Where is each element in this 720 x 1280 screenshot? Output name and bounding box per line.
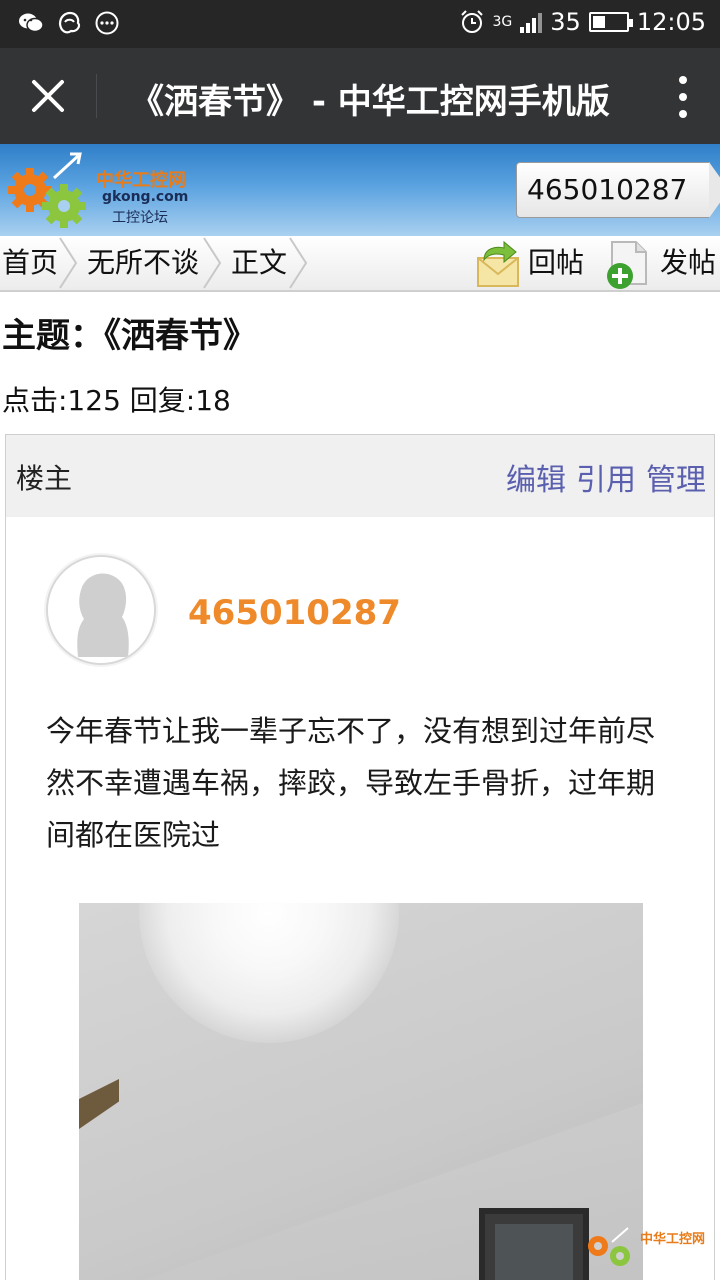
image-watermark: 中华工控网 gkong.com (582, 1224, 712, 1272)
author-name[interactable]: 465010287 (188, 593, 401, 633)
breadcrumb: 首页 无所不谈 正文 回帖 发帖 (0, 236, 720, 292)
gear-logo-icon (8, 152, 86, 228)
post-card: 楼主 编辑 引用 管理 465010287 今年春节让我一辈子忘不了，没有想到过… (5, 434, 715, 1280)
network-type: 3G (492, 14, 513, 30)
breadcrumb-current[interactable]: 正文 (231, 236, 287, 290)
tv-set (479, 1208, 589, 1280)
battery-level: 35 (550, 8, 581, 36)
quote-link[interactable]: 引用 (576, 455, 636, 499)
post-actions: 编辑 引用 管理 (506, 455, 706, 499)
post-header: 楼主 编辑 引用 管理 (6, 435, 714, 517)
chevron-right-icon (203, 237, 222, 289)
new-post-button[interactable]: 发帖 (660, 236, 716, 290)
site-header: 中华工控网 gkong.com 工控论坛 465010287 (0, 144, 720, 236)
user-account-button[interactable]: 465010287 (516, 162, 720, 218)
avatar[interactable] (46, 555, 156, 665)
title-divider (96, 74, 97, 118)
more-vertical-icon[interactable] (676, 76, 690, 118)
topic-stats: 点击:125 回复:18 (2, 384, 231, 417)
webview-title-bar: 《洒春节》 - 中华工控网手机版 (0, 48, 720, 144)
close-icon[interactable] (24, 72, 72, 120)
clock: 12:05 (636, 8, 706, 36)
post-body: 今年春节让我一辈子忘不了，没有想到过年前尽然不幸遭遇车祸，摔跤，导致左手骨折，过… (46, 714, 656, 852)
topic-title: 主题：《洒春节》 (2, 316, 257, 356)
alarm-icon (460, 10, 483, 33)
qq-icon (58, 11, 81, 34)
battery-icon (588, 12, 633, 32)
reply-mail-icon[interactable] (474, 240, 522, 290)
floor-label: 楼主 (16, 462, 73, 495)
new-post-icon[interactable] (604, 240, 652, 290)
page-title: 《洒春节》 - 中华工控网手机版 (130, 82, 610, 122)
watermark-en: gkong.com (646, 1244, 707, 1257)
chevron-right-icon (289, 237, 308, 289)
breadcrumb-forum[interactable]: 无所不谈 (87, 236, 199, 290)
more-circle-icon (95, 11, 119, 35)
wechat-icon (19, 13, 44, 33)
breadcrumb-home[interactable]: 首页 (2, 236, 58, 290)
logo-sub-text: 工控论坛 (112, 210, 168, 226)
status-bar: 3G 35 12:05 (0, 0, 720, 48)
ceiling-beam (79, 1079, 119, 1129)
reply-button[interactable]: 回帖 (528, 236, 584, 290)
ceiling-light (139, 903, 399, 1043)
signal-icon (520, 11, 543, 33)
default-avatar-icon (48, 557, 154, 663)
edit-link[interactable]: 编辑 (506, 455, 566, 499)
post-image[interactable] (79, 903, 643, 1280)
manage-link[interactable]: 管理 (646, 455, 706, 499)
logo-en-text: gkong.com (102, 189, 189, 205)
chevron-right-icon (59, 237, 78, 289)
watermark-gear-icon (588, 1227, 630, 1266)
site-logo[interactable]: 中华工控网 gkong.com 工控论坛 (6, 150, 206, 230)
